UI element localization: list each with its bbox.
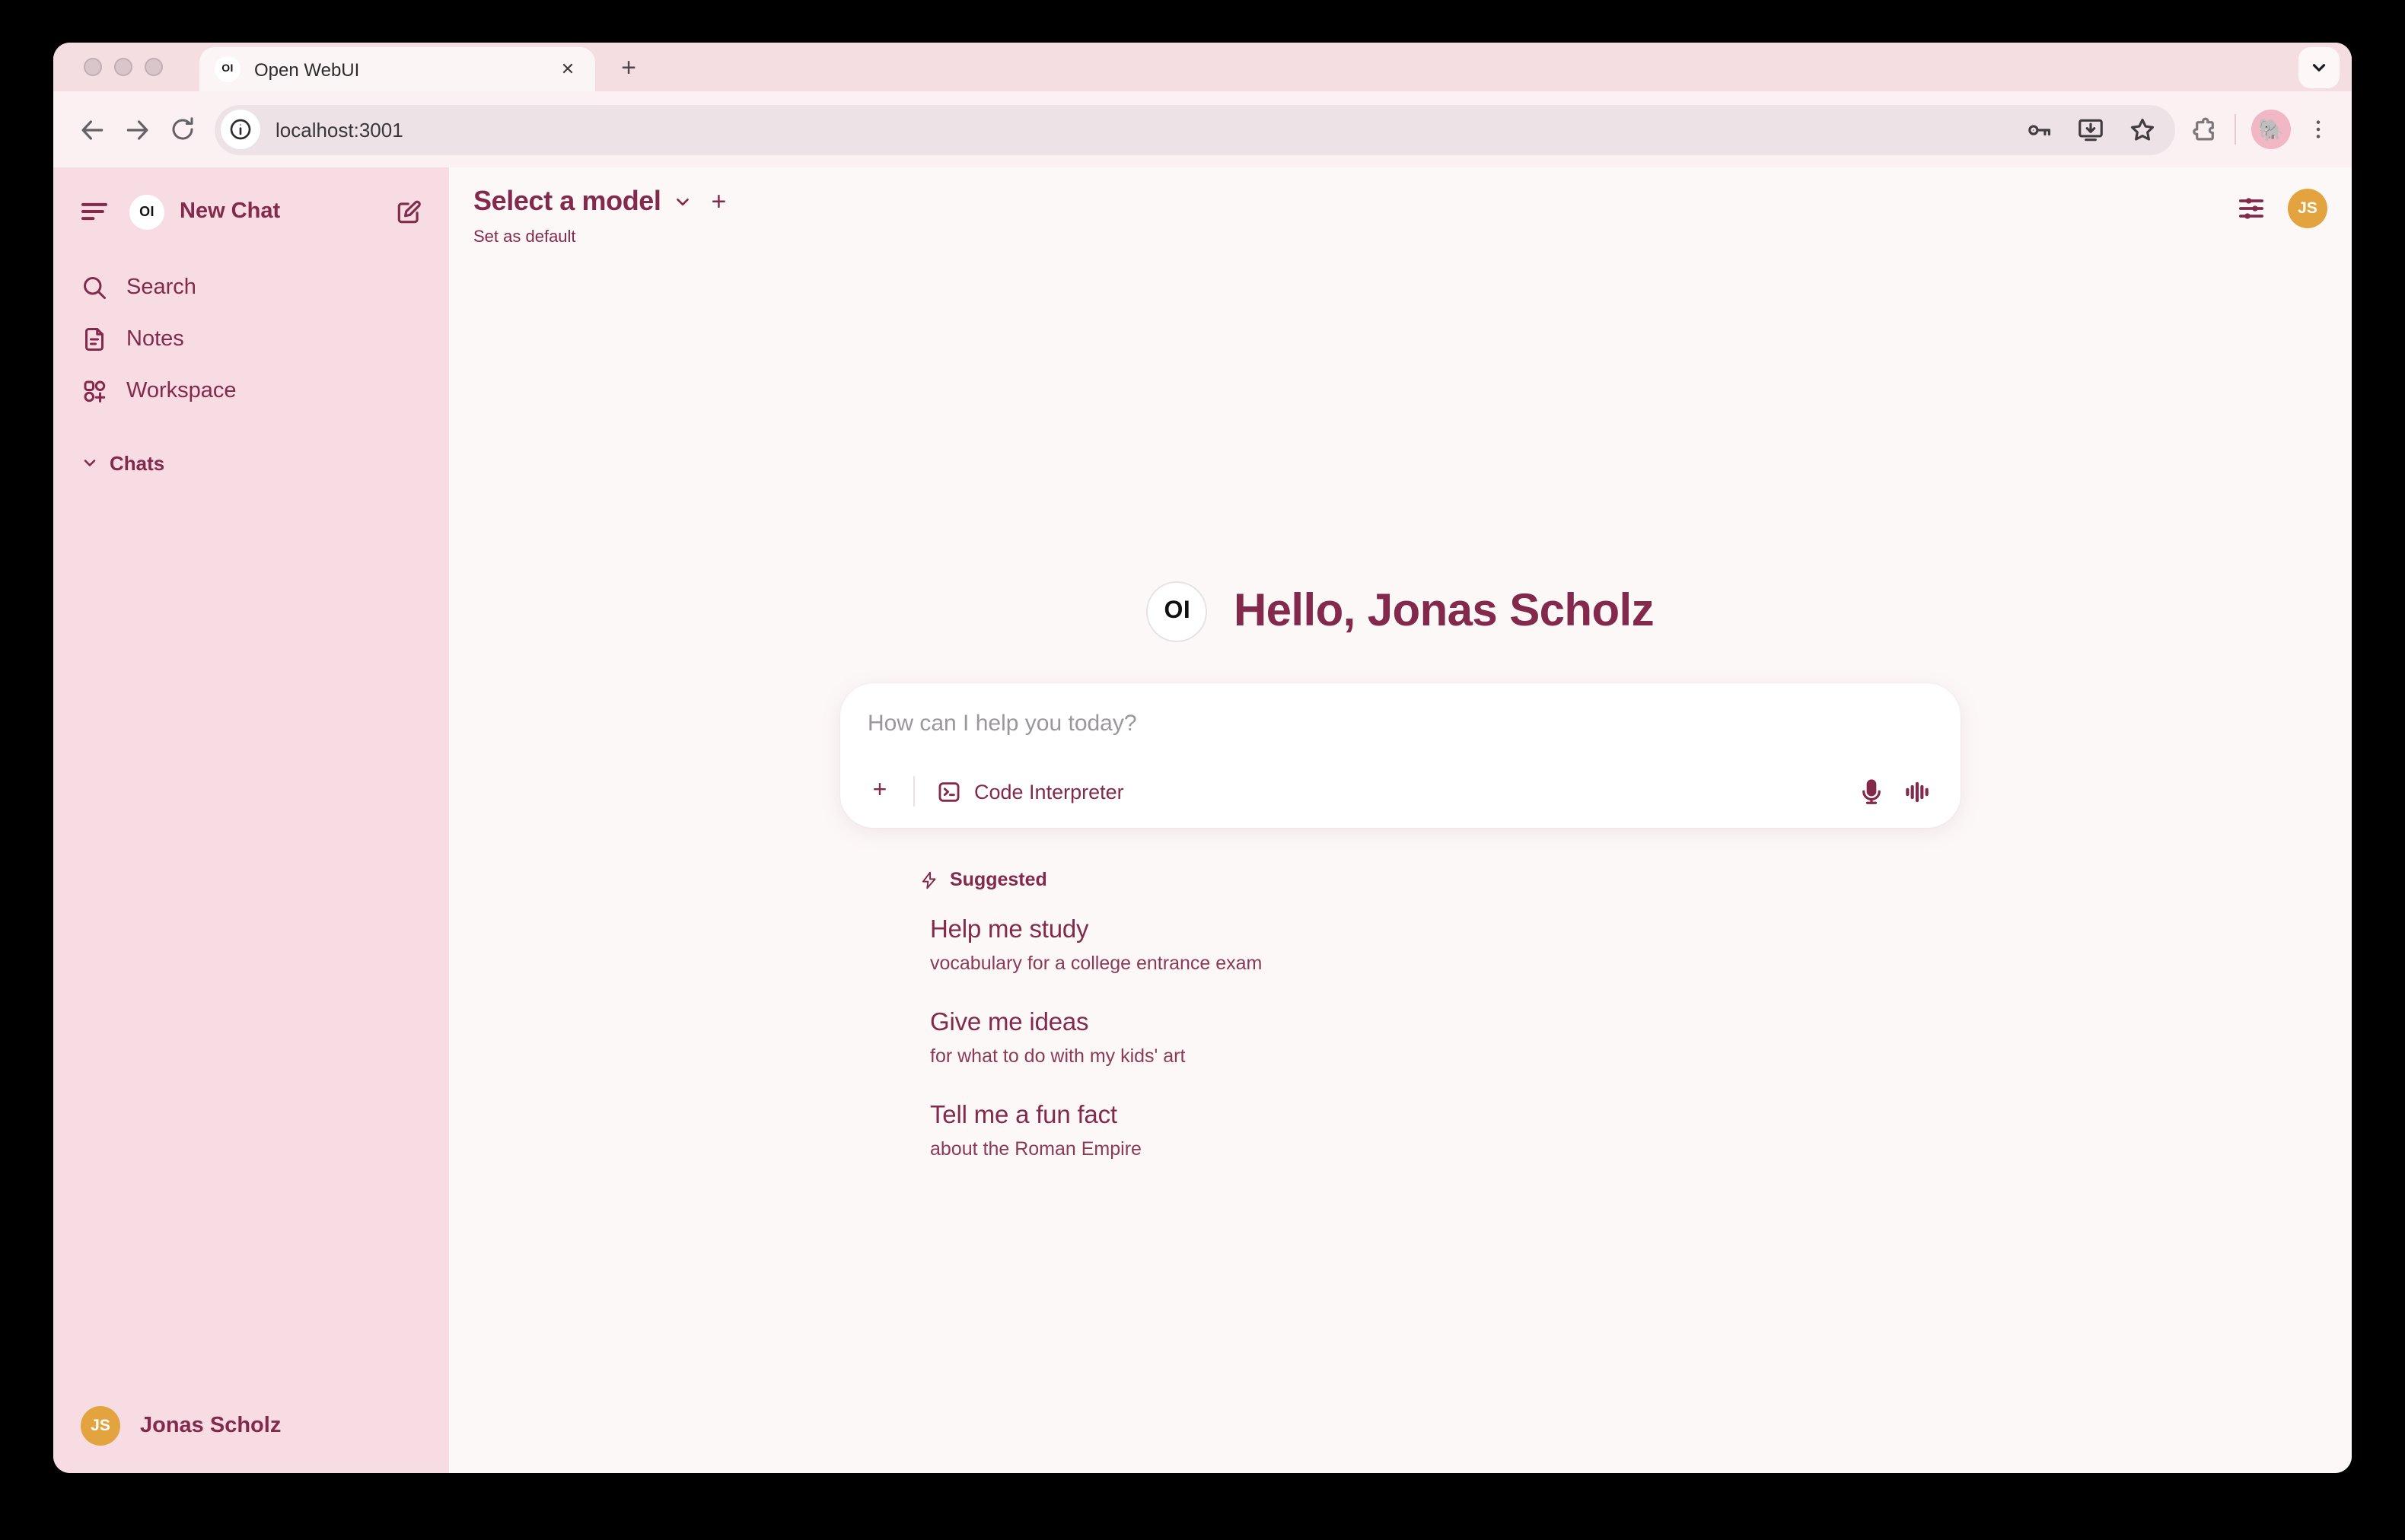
forward-icon[interactable] bbox=[114, 107, 160, 152]
suggested-prompt[interactable]: Give me ideas for what to do with my kid… bbox=[930, 1003, 1961, 1073]
new-chat-label[interactable]: New Chat bbox=[180, 199, 388, 224]
tab-strip: OI Open WebUI ✕ + bbox=[53, 43, 2352, 91]
tab-favicon: OI bbox=[215, 56, 240, 82]
sidebar-item-notes[interactable]: Notes bbox=[68, 313, 434, 365]
suggested-heading: Suggested bbox=[950, 869, 1047, 890]
url-text[interactable]: localhost:3001 bbox=[276, 118, 2024, 141]
browser-menu-icon[interactable] bbox=[2306, 117, 2330, 142]
tab-search-chevron-icon[interactable] bbox=[2298, 47, 2340, 88]
toolbar-extensions-zone: 🐘 bbox=[2184, 110, 2337, 149]
address-bar[interactable]: localhost:3001 bbox=[215, 104, 2175, 154]
code-interpreter-label: Code Interpreter bbox=[974, 780, 1124, 803]
back-icon[interactable] bbox=[68, 107, 114, 152]
sidebar-item-label: Search bbox=[126, 275, 196, 300]
browser-window: OI Open WebUI ✕ + l bbox=[53, 43, 2352, 1473]
sidebar-chats-section[interactable]: Chats bbox=[68, 441, 434, 484]
sidebar-item-label: Workspace bbox=[126, 379, 237, 403]
new-chat-pencil-icon[interactable] bbox=[388, 192, 428, 231]
chevron-down-icon bbox=[81, 453, 99, 472]
user-name: Jonas Scholz bbox=[140, 1414, 281, 1438]
new-tab-button[interactable]: + bbox=[610, 50, 647, 87]
greeting-row: OI Hello, Jonas Scholz bbox=[449, 581, 2352, 642]
chats-label: Chats bbox=[110, 451, 164, 474]
model-selector[interactable]: Select a model + bbox=[473, 186, 726, 218]
composer-divider bbox=[913, 776, 915, 807]
close-window-button[interactable] bbox=[84, 58, 102, 76]
suggested-prompt-subtitle: vocabulary for a college entrance exam bbox=[930, 950, 1961, 977]
user-avatar: JS bbox=[81, 1406, 120, 1446]
chat-composer: + Code Interpreter bbox=[840, 683, 1961, 828]
browser-profile-avatar[interactable]: 🐘 bbox=[2251, 110, 2291, 149]
sidebar-toggle-icon[interactable] bbox=[75, 192, 114, 231]
toolbar-divider bbox=[2235, 114, 2236, 145]
traffic-lights bbox=[84, 58, 163, 76]
model-selector-label: Select a model bbox=[473, 186, 661, 218]
set-default-button[interactable]: Set as default bbox=[473, 228, 726, 247]
message-input[interactable] bbox=[840, 695, 1961, 752]
site-info-icon[interactable] bbox=[221, 110, 260, 149]
attach-plus-icon[interactable]: + bbox=[858, 770, 901, 813]
code-interpreter-toggle[interactable]: Code Interpreter bbox=[927, 772, 1133, 810]
bookmark-star-icon[interactable] bbox=[2128, 115, 2157, 144]
suggested-prompt-title: Give me ideas bbox=[930, 1006, 1961, 1039]
sidebar-user-menu[interactable]: JS Jonas Scholz bbox=[68, 1400, 434, 1452]
tab-close-icon[interactable]: ✕ bbox=[556, 57, 580, 81]
sidebar: OI New Chat Search Notes bbox=[53, 167, 449, 1473]
greeting-text: Hello, Jonas Scholz bbox=[1234, 586, 1654, 638]
add-model-button[interactable]: + bbox=[712, 186, 727, 217]
suggested-prompt-title: Help me study bbox=[930, 913, 1961, 947]
tab-title: Open WebUI bbox=[254, 59, 556, 80]
chevron-down-icon bbox=[674, 192, 693, 212]
extensions-puzzle-icon[interactable] bbox=[2190, 115, 2219, 144]
open-webui-app: OI New Chat Search Notes bbox=[53, 167, 2352, 1473]
minimize-window-button[interactable] bbox=[114, 58, 132, 76]
browser-tab[interactable]: OI Open WebUI ✕ bbox=[199, 47, 595, 91]
sidebar-item-label: Notes bbox=[126, 327, 184, 352]
suggested-section: Suggested Help me study vocabulary for a… bbox=[840, 869, 1961, 1188]
controls-sliders-icon[interactable] bbox=[2236, 193, 2266, 224]
browser-toolbar: localhost:3001 🐘 bbox=[53, 91, 2352, 167]
suggested-prompt-title: Tell me a fun fact bbox=[930, 1099, 1961, 1132]
app-logo: OI bbox=[1147, 581, 1208, 642]
suggested-prompt-subtitle: for what to do with my kids' art bbox=[930, 1042, 1961, 1070]
suggested-prompt[interactable]: Tell me a fun fact about the Roman Empir… bbox=[930, 1096, 1961, 1166]
reload-icon[interactable] bbox=[160, 107, 205, 152]
sidebar-item-search[interactable]: Search bbox=[68, 262, 434, 313]
microphone-icon[interactable] bbox=[1848, 768, 1894, 814]
stage: OI Open WebUI ✕ + l bbox=[0, 0, 2405, 1540]
header-user-avatar[interactable]: JS bbox=[2288, 189, 2327, 228]
terminal-icon bbox=[936, 778, 962, 804]
main-content: Select a model + Set as default JS bbox=[449, 167, 2352, 1473]
suggested-prompt-subtitle: about the Roman Empire bbox=[930, 1135, 1961, 1163]
zoom-window-button[interactable] bbox=[145, 58, 163, 76]
app-logo: OI bbox=[129, 194, 164, 229]
password-key-icon[interactable] bbox=[2024, 115, 2053, 144]
sidebar-item-workspace[interactable]: Workspace bbox=[68, 365, 434, 417]
bolt-icon bbox=[919, 870, 939, 889]
voice-mode-waveform-icon[interactable] bbox=[1894, 768, 1939, 814]
suggested-prompt[interactable]: Help me study vocabulary for a college e… bbox=[930, 910, 1961, 980]
install-app-icon[interactable] bbox=[2076, 115, 2105, 144]
